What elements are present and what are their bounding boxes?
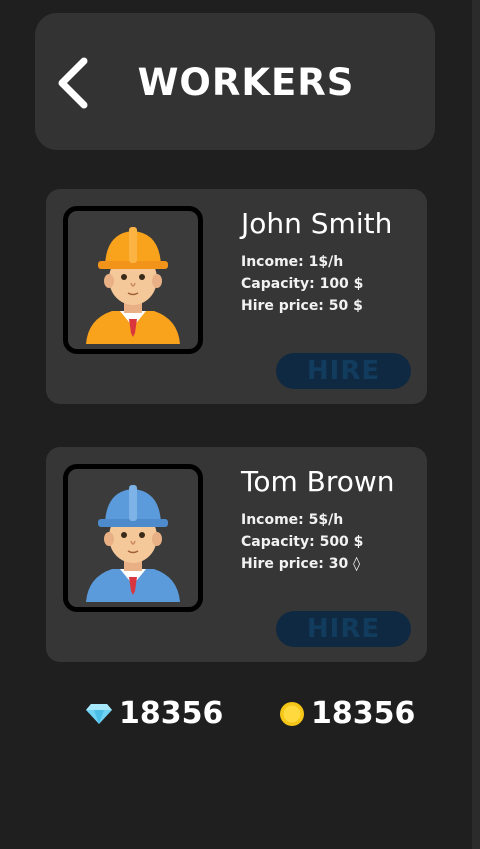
worker-name: Tom Brown <box>241 465 395 498</box>
diamond-icon <box>86 703 112 724</box>
worker-portrait <box>63 464 203 612</box>
hire-button[interactable]: HIRE <box>276 353 411 389</box>
coin-amount: 18356 <box>311 696 416 731</box>
right-edge-strip <box>472 0 480 849</box>
page-title: WORKERS <box>137 61 355 104</box>
worker-stats: Income: 1$/h Capacity: 100 $ Hire price:… <box>241 251 363 317</box>
worker-card: Tom Brown Income: 5$/h Capacity: 500 $ H… <box>46 447 427 662</box>
gem-balance: 18356 <box>85 696 223 731</box>
worker-orange-helmet-icon <box>86 227 180 344</box>
worker-blue-helmet-icon <box>86 485 180 602</box>
worker-card: John Smith Income: 1$/h Capacity: 100 $ … <box>46 189 427 404</box>
capacity-text: Capacity: 100 $ <box>241 276 364 292</box>
worker-stats: Income: 5$/h Capacity: 500 $ Hire price:… <box>241 509 363 575</box>
hire-button[interactable]: HIRE <box>276 611 411 647</box>
income-text: Income: 5$/h <box>241 512 344 528</box>
coin-icon <box>280 701 304 726</box>
hire-button-label: HIRE <box>306 614 381 644</box>
hire-price-text: Hire price: 50 $ <box>241 298 363 314</box>
hire-price-text: Hire price: 30 ◊ <box>241 556 361 572</box>
worker-portrait <box>63 206 203 354</box>
hire-button-label: HIRE <box>306 356 381 386</box>
header-panel: WORKERS <box>35 13 435 150</box>
capacity-text: Capacity: 500 $ <box>241 534 364 550</box>
income-text: Income: 1$/h <box>241 254 344 270</box>
worker-name: John Smith <box>241 207 393 240</box>
gem-amount: 18356 <box>119 696 224 731</box>
coin-balance: 18356 <box>279 696 415 731</box>
